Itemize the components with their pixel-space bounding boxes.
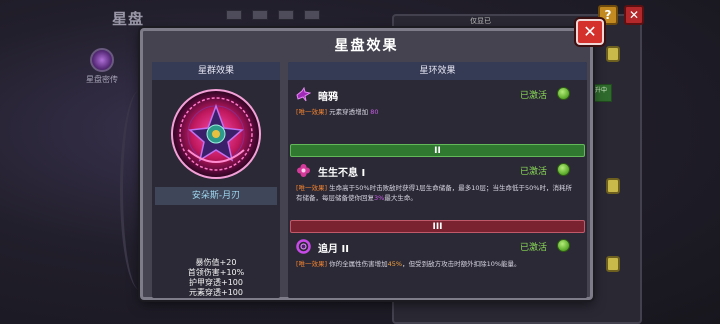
stat-line: 暴伤值+20: [195, 258, 237, 267]
desc-text: ，但受到敌方攻击时额外扣除10%能量。: [402, 260, 521, 268]
ring-effect-item: 生生不息 I 已激活 [唯一效果] 生命高于50%时击败敌时获得1层生命储备，最…: [288, 160, 587, 216]
desc-value: 80: [370, 108, 379, 116]
coin-icon: [606, 178, 620, 194]
tier-bar-3: III: [290, 220, 585, 233]
desc-tag: [唯一效果]: [296, 108, 328, 116]
desc-text: 元素穿透增加: [329, 108, 369, 116]
coin-icon: [606, 46, 620, 62]
top-tab[interactable]: [252, 10, 268, 20]
tier-bar-2: II: [290, 144, 585, 157]
effect-name: 暗鸦: [318, 92, 338, 103]
top-tab[interactable]: [278, 10, 294, 20]
side-item-star-secret[interactable]: 星盘密传: [84, 48, 120, 85]
background-close-button[interactable]: ✕: [624, 5, 644, 25]
effect-name: 追月 II: [318, 244, 349, 255]
desc-text: 生命高于50%时击败敌时获得1层生命储备，最多10层；当生命低于50%时，消耗所…: [296, 184, 572, 202]
effect-status: 已激活: [520, 91, 548, 101]
effect-description: [唯一效果] 你的全属性伤害增加45%，但受到敌方攻击时额外扣除10%能量。: [296, 259, 576, 269]
side-tag: 升中: [594, 84, 612, 102]
desc-value: 3%: [374, 194, 385, 202]
star-ring-header: 星环效果: [288, 62, 587, 80]
raven-icon: [296, 86, 312, 102]
green-orb-icon: [557, 163, 570, 176]
side-item-label: 星盘密传: [86, 75, 118, 84]
star-ring-panel[interactable]: 星环效果 暗鸦 已激活 [唯一效果] 元素穿透增加 80 II 生生不息 I 已…: [288, 62, 587, 298]
star-disc-effect-dialog: 星盘效果 ✕ 星群效果 安朵斯-月刃 暴伤值+20 首领伤害+10% 护甲穿透+…: [140, 19, 604, 300]
effect-description: [唯一效果] 生命高于50%时击败敌时获得1层生命储备，最多10层；当生命低于5…: [296, 183, 576, 203]
moon-ring-icon: [296, 239, 311, 254]
green-orb-icon: [557, 87, 570, 100]
effect-status: 已激活: [520, 243, 548, 253]
filter-label[interactable]: 仅显已: [470, 16, 491, 26]
green-orb-icon: [557, 239, 570, 252]
background-title: 星盘: [112, 10, 145, 28]
effect-name: 生生不息 I: [318, 168, 366, 179]
top-tab[interactable]: [226, 10, 242, 20]
desc-text: 你的全属性伤害增加: [329, 260, 388, 268]
dialog-title: 星盘效果: [334, 38, 399, 54]
desc-tag: [唯一效果]: [296, 260, 328, 268]
constellation-emblem-icon: [170, 88, 262, 180]
stat-line: 首领伤害+10%: [187, 268, 245, 277]
flower-icon: [296, 163, 311, 178]
effect-status: 已激活: [520, 167, 548, 177]
top-tab[interactable]: [304, 10, 320, 20]
stat-line: 护甲穿透+100: [189, 278, 243, 287]
constellation-header: 星群效果: [152, 62, 280, 80]
ring-effect-item: 追月 II 已激活 [唯一效果] 你的全属性伤害增加45%，但受到敌方攻击时额外…: [288, 236, 587, 286]
coin-icon: [606, 256, 620, 272]
star-orb-icon: [90, 48, 114, 72]
effect-description: [唯一效果] 元素穿透增加 80: [296, 107, 576, 117]
desc-tag: [唯一效果]: [296, 184, 328, 192]
ring-effect-item: 暗鸦 已激活 [唯一效果] 元素穿透增加 80: [288, 84, 587, 124]
close-button[interactable]: ✕: [576, 19, 604, 45]
desc-value: 45%: [387, 260, 403, 268]
constellation-stats: 暴伤值+20 首领伤害+10% 护甲穿透+100 元素穿透+100: [152, 258, 280, 298]
stat-line: 元素穿透+100: [189, 288, 243, 297]
desc-text: 最大生命。: [384, 194, 417, 202]
constellation-panel: 星群效果 安朵斯-月刃 暴伤值+20 首领伤害+10% 护甲穿透+100 元素穿…: [152, 62, 280, 298]
scroll-fade: [288, 284, 587, 298]
constellation-name: 安朵斯-月刃: [155, 187, 277, 205]
